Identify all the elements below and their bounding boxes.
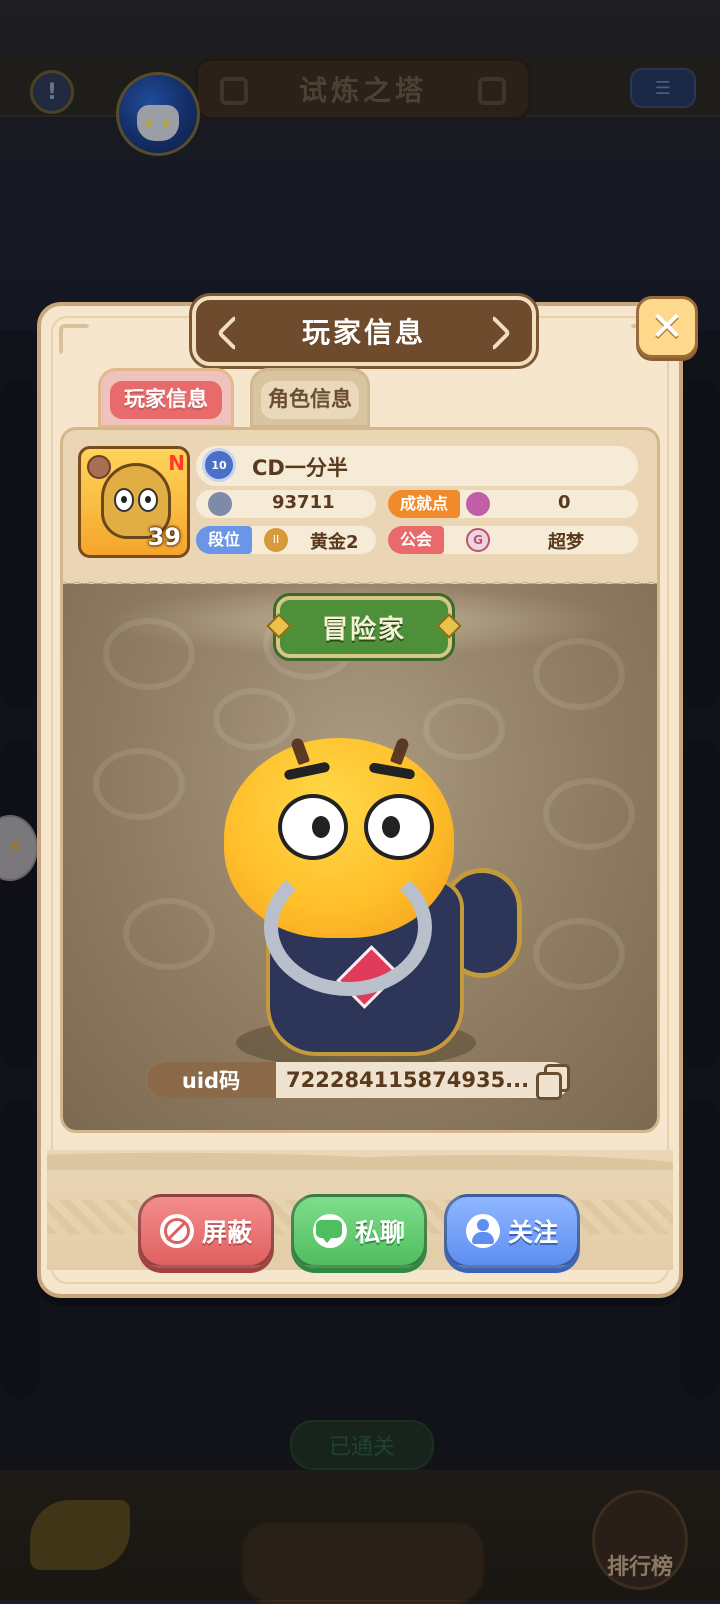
avatar-frame-badge bbox=[87, 455, 111, 479]
uid-bar: uid码 722284115874935... bbox=[146, 1062, 570, 1100]
rank-medal-icon: II bbox=[264, 528, 288, 552]
rank-row: 段位 II 黄金2 bbox=[196, 526, 376, 554]
rank-label: 段位 bbox=[196, 526, 253, 554]
guild-emblem-icon: G bbox=[466, 528, 490, 552]
follow-button-label: 关注 bbox=[507, 1218, 558, 1247]
player-title-text: 冒险家 bbox=[321, 614, 406, 645]
dialog-title-text: 玩家信息 bbox=[301, 316, 426, 349]
player-level: 39 bbox=[147, 523, 181, 551]
users-icon bbox=[465, 1214, 500, 1248]
level-badge-icon: 10 bbox=[202, 448, 236, 482]
power-row: 93711 bbox=[196, 490, 376, 518]
guild-badge-value: G bbox=[473, 533, 483, 547]
character-model bbox=[196, 718, 526, 1078]
chat-icon bbox=[312, 1214, 347, 1248]
player-name: CD一分半 bbox=[252, 456, 348, 480]
level-badge-value: 10 bbox=[211, 458, 227, 472]
private-chat-button[interactable]: 私聊 bbox=[291, 1194, 427, 1268]
copy-icon[interactable] bbox=[532, 1062, 570, 1100]
achievement-value: 0 bbox=[558, 492, 571, 513]
new-badge-icon: N bbox=[168, 451, 185, 475]
rank-badge-value: II bbox=[272, 533, 280, 546]
close-button[interactable]: ✕ bbox=[636, 296, 698, 358]
block-button[interactable]: 屏蔽 bbox=[138, 1194, 274, 1268]
power-value: 93711 bbox=[272, 492, 335, 513]
tab-label: 角色信息 bbox=[268, 387, 352, 411]
ban-icon bbox=[159, 1214, 194, 1248]
chevron-left-icon bbox=[216, 314, 254, 352]
panel-divider bbox=[63, 570, 657, 584]
private-chat-button-label: 私聊 bbox=[354, 1218, 405, 1247]
achievement-label: 成就点 bbox=[388, 490, 461, 518]
nose-ring bbox=[264, 858, 432, 996]
tab-character-info[interactable]: 角色信息 bbox=[250, 368, 370, 428]
tab-label: 玩家信息 bbox=[124, 387, 208, 411]
player-avatar[interactable]: N 39 bbox=[78, 446, 190, 558]
tab-player-info[interactable]: 玩家信息 bbox=[98, 368, 234, 428]
rank-value: 黄金2 bbox=[310, 532, 359, 553]
chevron-right-icon bbox=[474, 314, 512, 352]
uid-value: 722284115874935... bbox=[286, 1068, 530, 1092]
corner-ornament bbox=[59, 324, 91, 356]
player-title-badge: 冒险家 bbox=[266, 596, 462, 658]
achievement-star-icon bbox=[466, 492, 490, 516]
footer-hills bbox=[47, 1140, 673, 1170]
close-icon: ✕ bbox=[650, 304, 684, 350]
guild-row: 公会 G 超梦 bbox=[388, 526, 638, 554]
follow-button[interactable]: 关注 bbox=[444, 1194, 580, 1268]
dialog-title: 玩家信息 bbox=[192, 296, 536, 366]
block-button-label: 屏蔽 bbox=[201, 1218, 252, 1247]
player-name-row: 10 CD一分半 bbox=[196, 446, 638, 486]
crossed-swords-icon bbox=[208, 492, 232, 516]
guild-label: 公会 bbox=[388, 526, 445, 554]
achievement-row: 成就点 0 bbox=[388, 490, 638, 518]
guild-value: 超梦 bbox=[548, 532, 584, 553]
uid-label: uid码 bbox=[146, 1062, 276, 1098]
character-head bbox=[224, 736, 454, 996]
